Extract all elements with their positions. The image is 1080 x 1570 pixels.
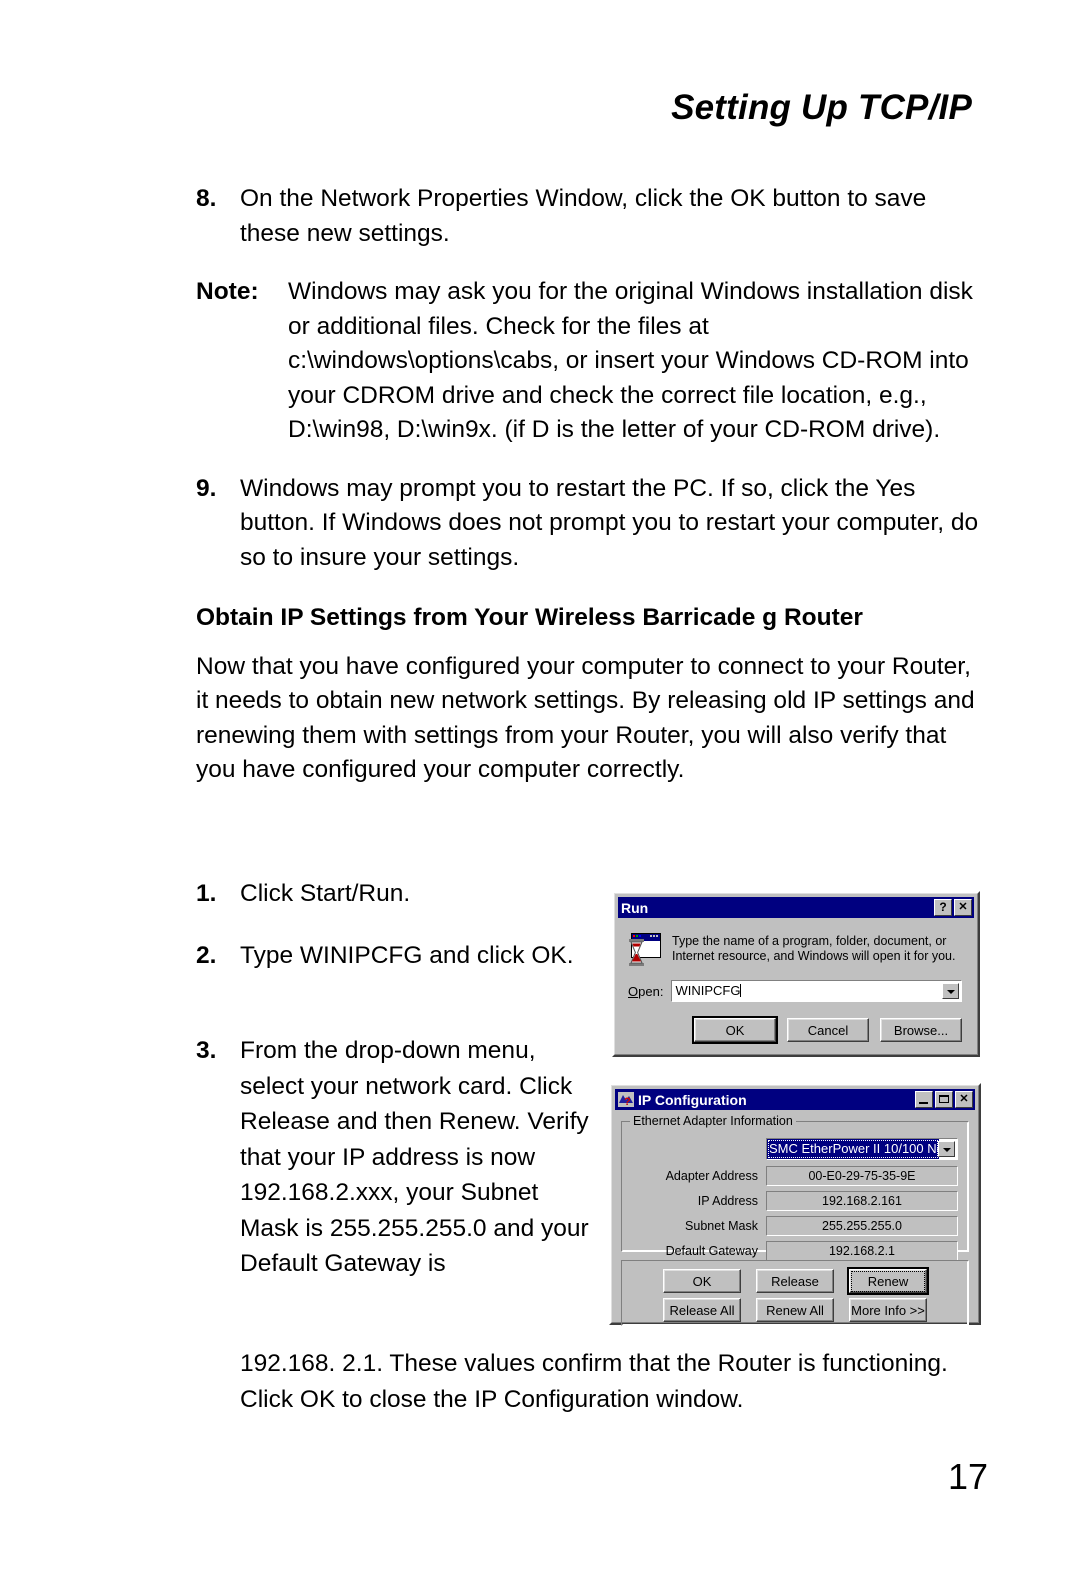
list-item-number: 3.: [196, 1037, 217, 1064]
section-paragraph: Now that you have configured your comput…: [196, 652, 975, 784]
ipconfig-title: IP Configuration: [638, 1091, 747, 1108]
run-dialog[interactable]: Run ? ✕ Type the name of a program, fold…: [612, 891, 980, 1057]
svg-text:?: ?: [624, 1096, 631, 1107]
run-browse-button[interactable]: Browse...: [880, 1018, 962, 1042]
ipconfig-more-info-button[interactable]: More Info >>: [849, 1298, 927, 1322]
field-value: 192.168.2.161: [766, 1191, 958, 1211]
field-subnet-mask: Subnet Mask 255.255.255.0: [623, 1216, 958, 1236]
note-text: Windows may ask you for the original Win…: [288, 278, 973, 443]
ipconfig-release-button[interactable]: Release: [756, 1269, 834, 1293]
list-item-number: 1.: [196, 880, 217, 907]
run-dialog-description: Type the name of a program, folder, docu…: [672, 934, 956, 963]
tail-paragraph: 192.168. 2.1. These values confirm that …: [240, 1350, 948, 1413]
list-item: 8. On the Network Properties Window, cli…: [196, 182, 982, 251]
note-block: Note: Windows may ask you for the origin…: [196, 275, 982, 448]
close-icon[interactable]: ✕: [955, 1091, 973, 1108]
list-item-number: 9.: [196, 474, 217, 502]
field-ip-address: IP Address 192.168.2.161: [623, 1191, 958, 1211]
ipconfig-renew-all-button[interactable]: Renew All: [756, 1298, 834, 1322]
list-item-text: Type WINIPCFG and click OK.: [240, 941, 574, 969]
adapter-select[interactable]: SMC EtherPower II 10/100 Netw: [766, 1138, 958, 1160]
list-item-number: 2.: [196, 941, 217, 969]
field-default-gateway: Default Gateway 192.168.2.1: [623, 1241, 958, 1261]
field-value: 00-E0-29-75-35-9E: [766, 1166, 958, 1186]
ethernet-adapter-group: Ethernet Adapter Information SMC EtherPo…: [621, 1114, 969, 1261]
list-item-text: Windows may prompt you to restart the PC…: [240, 474, 979, 571]
list-item-text: Click Start/Run.: [240, 880, 411, 907]
run-ok-button[interactable]: OK: [692, 1016, 778, 1044]
field-value: 255.255.255.0: [766, 1216, 958, 1236]
list-item: 3. From the drop-down menu, select your …: [196, 1033, 596, 1282]
ip-configuration-dialog[interactable]: ? IP Configuration ✕ Ethernet Adapter In…: [609, 1083, 981, 1326]
hourglass-icon: [629, 939, 644, 966]
list-item-text: On the Network Properties Window, click …: [240, 185, 927, 247]
list-item: 2. Type WINIPCFG and click OK.: [196, 938, 596, 974]
list-item-number: 8.: [196, 185, 217, 212]
list-item: 1. Click Start/Run.: [196, 876, 596, 912]
open-input[interactable]: WINIPCFG: [671, 980, 962, 1002]
numbered-steps-column: 1. Click Start/Run. 2. Type WINIPCFG and…: [196, 876, 596, 1282]
close-icon[interactable]: ✕: [954, 899, 972, 916]
note-label: Note:: [196, 278, 259, 305]
run-program-icon: [627, 931, 663, 967]
document-body: 8. On the Network Properties Window, cli…: [196, 182, 982, 808]
ipconfig-button-panel: OK Release Renew Release All Renew All M…: [621, 1260, 969, 1326]
field-value: 192.168.2.1: [766, 1241, 958, 1261]
ipconfig-titlebar[interactable]: ? IP Configuration ✕: [615, 1089, 975, 1110]
ethernet-adapter-group-label: Ethernet Adapter Information: [630, 1114, 796, 1128]
run-dialog-title: Run: [621, 899, 649, 916]
chevron-down-icon[interactable]: [938, 1141, 955, 1157]
run-dialog-titlebar[interactable]: Run ? ✕: [618, 897, 974, 918]
open-input-value: WINIPCFG: [675, 983, 741, 998]
adapter-select-value: SMC EtherPower II 10/100 Netw: [767, 1139, 939, 1159]
field-label: IP Address: [697, 1194, 758, 1208]
open-label: Open:: [628, 983, 664, 999]
run-cancel-button[interactable]: Cancel: [787, 1018, 869, 1042]
field-label: Default Gateway: [665, 1244, 758, 1258]
field-label: Adapter Address: [665, 1169, 758, 1183]
page-header-title: Setting Up TCP/IP: [671, 88, 972, 127]
help-icon[interactable]: ?: [934, 899, 952, 916]
list-item: 9. Windows may prompt you to restart the…: [196, 472, 982, 576]
ipconfig-ok-button[interactable]: OK: [663, 1269, 741, 1293]
page-number: 17: [947, 1456, 988, 1497]
maximize-icon[interactable]: [935, 1091, 953, 1108]
ipconfig-renew-button[interactable]: Renew: [847, 1267, 929, 1295]
minimize-icon[interactable]: [915, 1091, 933, 1108]
field-adapter-address: Adapter Address 00-E0-29-75-35-9E: [623, 1166, 958, 1186]
list-item-text: From the drop-down menu, select your net…: [240, 1037, 589, 1277]
section-heading: Obtain IP Settings from Your Wireless Ba…: [196, 604, 863, 631]
ipconfig-release-all-button[interactable]: Release All: [663, 1298, 741, 1322]
ip-configuration-icon: ?: [618, 1092, 634, 1107]
field-label: Subnet Mask: [685, 1219, 758, 1233]
chevron-down-icon[interactable]: [942, 983, 959, 999]
